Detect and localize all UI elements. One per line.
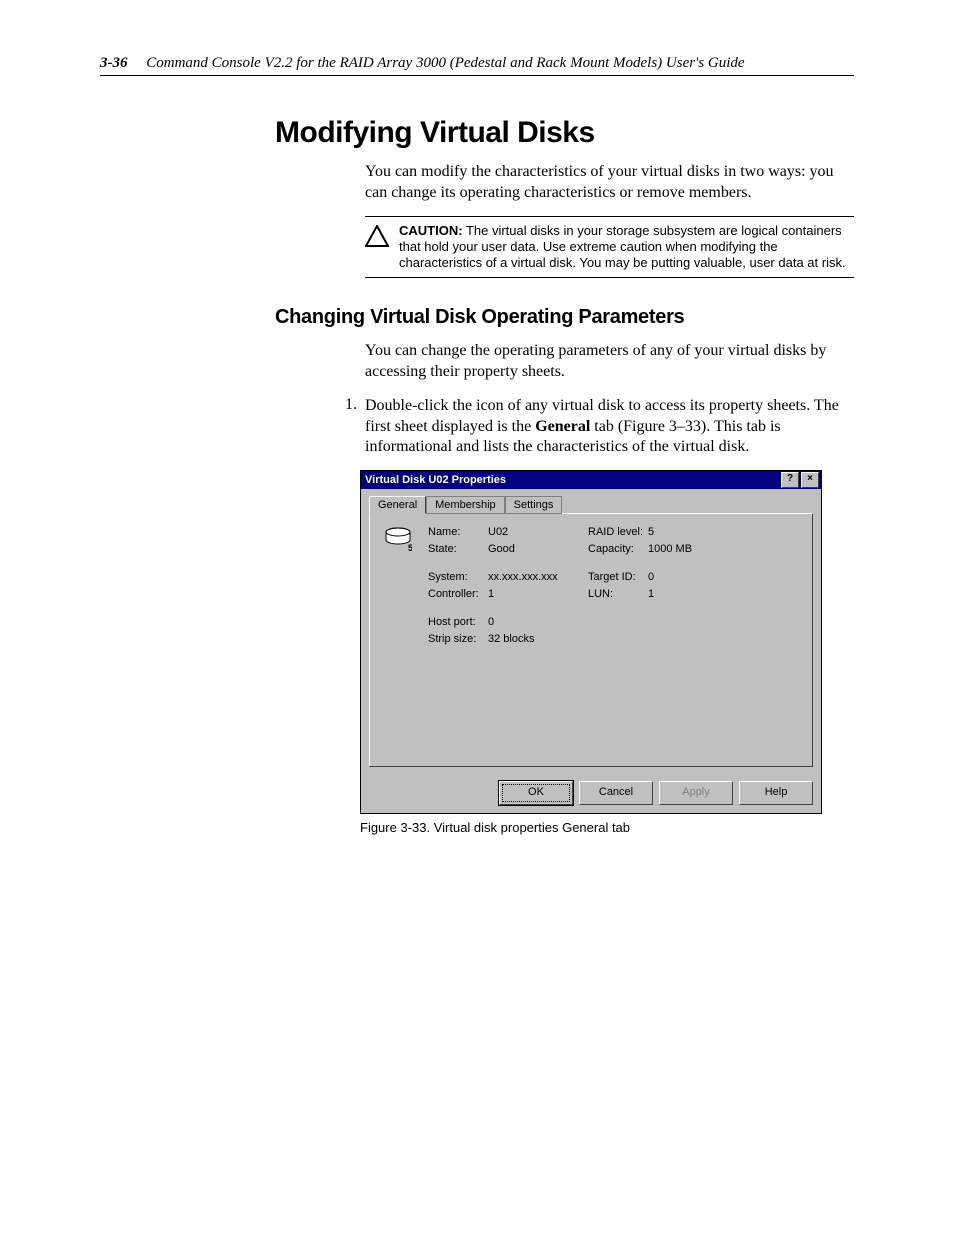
page: 3-36 Command Console V2.2 for the RAID A… bbox=[0, 0, 954, 895]
properties-dialog: Virtual Disk U02 Properties ? × General … bbox=[360, 470, 822, 814]
step-bold: General bbox=[535, 418, 590, 435]
value-lun: 1 bbox=[648, 588, 708, 600]
value-capacity: 1000 MB bbox=[648, 543, 708, 555]
value-strip: 32 blocks bbox=[488, 633, 588, 645]
caution-label: CAUTION: bbox=[399, 223, 463, 238]
paragraph-2: You can change the operating parameters … bbox=[365, 341, 854, 383]
dialog-button-row: OK Cancel Apply Help bbox=[361, 775, 821, 813]
value-state: Good bbox=[488, 543, 588, 555]
caution-body: The virtual disks in your storage subsys… bbox=[399, 223, 846, 271]
intro-paragraph: You can modify the characteristics of yo… bbox=[365, 162, 854, 204]
caution-text: CAUTION: The virtual disks in your stora… bbox=[399, 223, 850, 272]
step-number: 1. bbox=[345, 395, 363, 416]
disk-icon-badge: 5 bbox=[408, 543, 412, 552]
value-target: 0 bbox=[648, 571, 708, 583]
label-state: State: bbox=[428, 543, 488, 555]
page-number: 3-36 bbox=[100, 55, 128, 71]
figure-dialog: Virtual Disk U02 Properties ? × General … bbox=[360, 470, 854, 814]
label-strip: Strip size: bbox=[428, 633, 488, 645]
ok-button[interactable]: OK bbox=[499, 781, 573, 805]
virtual-disk-icon: 5 bbox=[384, 526, 414, 645]
properties-grid: Name: U02 RAID level: 5 State: Good Capa… bbox=[428, 526, 798, 645]
label-hostport: Host port: bbox=[428, 616, 488, 628]
value-raid: 5 bbox=[648, 526, 708, 538]
help-icon[interactable]: ? bbox=[781, 472, 799, 488]
page-header: 3-36 Command Console V2.2 for the RAID A… bbox=[100, 55, 854, 76]
label-target: Target ID: bbox=[588, 571, 648, 583]
heading-2: Changing Virtual Disk Operating Paramete… bbox=[275, 306, 854, 329]
figure-caption: Figure 3-33. Virtual disk properties Gen… bbox=[360, 820, 854, 835]
label-raid: RAID level: bbox=[588, 526, 648, 538]
value-hostport: 0 bbox=[488, 616, 588, 628]
apply-button[interactable]: Apply bbox=[659, 781, 733, 805]
tab-strip: General Membership Settings bbox=[361, 489, 821, 513]
label-system: System: bbox=[428, 571, 488, 583]
label-lun: LUN: bbox=[588, 588, 648, 600]
step-1: 1. Double-click the icon of any virtual … bbox=[345, 395, 854, 458]
value-controller: 1 bbox=[488, 588, 588, 600]
tab-general[interactable]: General bbox=[369, 496, 426, 514]
caution-icon bbox=[365, 225, 389, 251]
label-name: Name: bbox=[428, 526, 488, 538]
caution-box: CAUTION: The virtual disks in your stora… bbox=[365, 216, 854, 279]
heading-1: Modifying Virtual Disks bbox=[275, 116, 854, 150]
cancel-button[interactable]: Cancel bbox=[579, 781, 653, 805]
doc-title: Command Console V2.2 for the RAID Array … bbox=[146, 55, 744, 71]
close-icon[interactable]: × bbox=[801, 472, 819, 488]
value-name: U02 bbox=[488, 526, 588, 538]
tab-settings[interactable]: Settings bbox=[505, 496, 563, 514]
value-system: xx.xxx.xxx.xxx bbox=[488, 571, 588, 583]
label-controller: Controller: bbox=[428, 588, 488, 600]
tab-panel-general: 5 Name: U02 RAID level: 5 State: Good Ca… bbox=[369, 513, 813, 767]
dialog-title: Virtual Disk U02 Properties bbox=[365, 474, 779, 486]
tab-membership[interactable]: Membership bbox=[426, 496, 505, 514]
help-button[interactable]: Help bbox=[739, 781, 813, 805]
label-capacity: Capacity: bbox=[588, 543, 648, 555]
dialog-titlebar[interactable]: Virtual Disk U02 Properties ? × bbox=[361, 471, 821, 489]
